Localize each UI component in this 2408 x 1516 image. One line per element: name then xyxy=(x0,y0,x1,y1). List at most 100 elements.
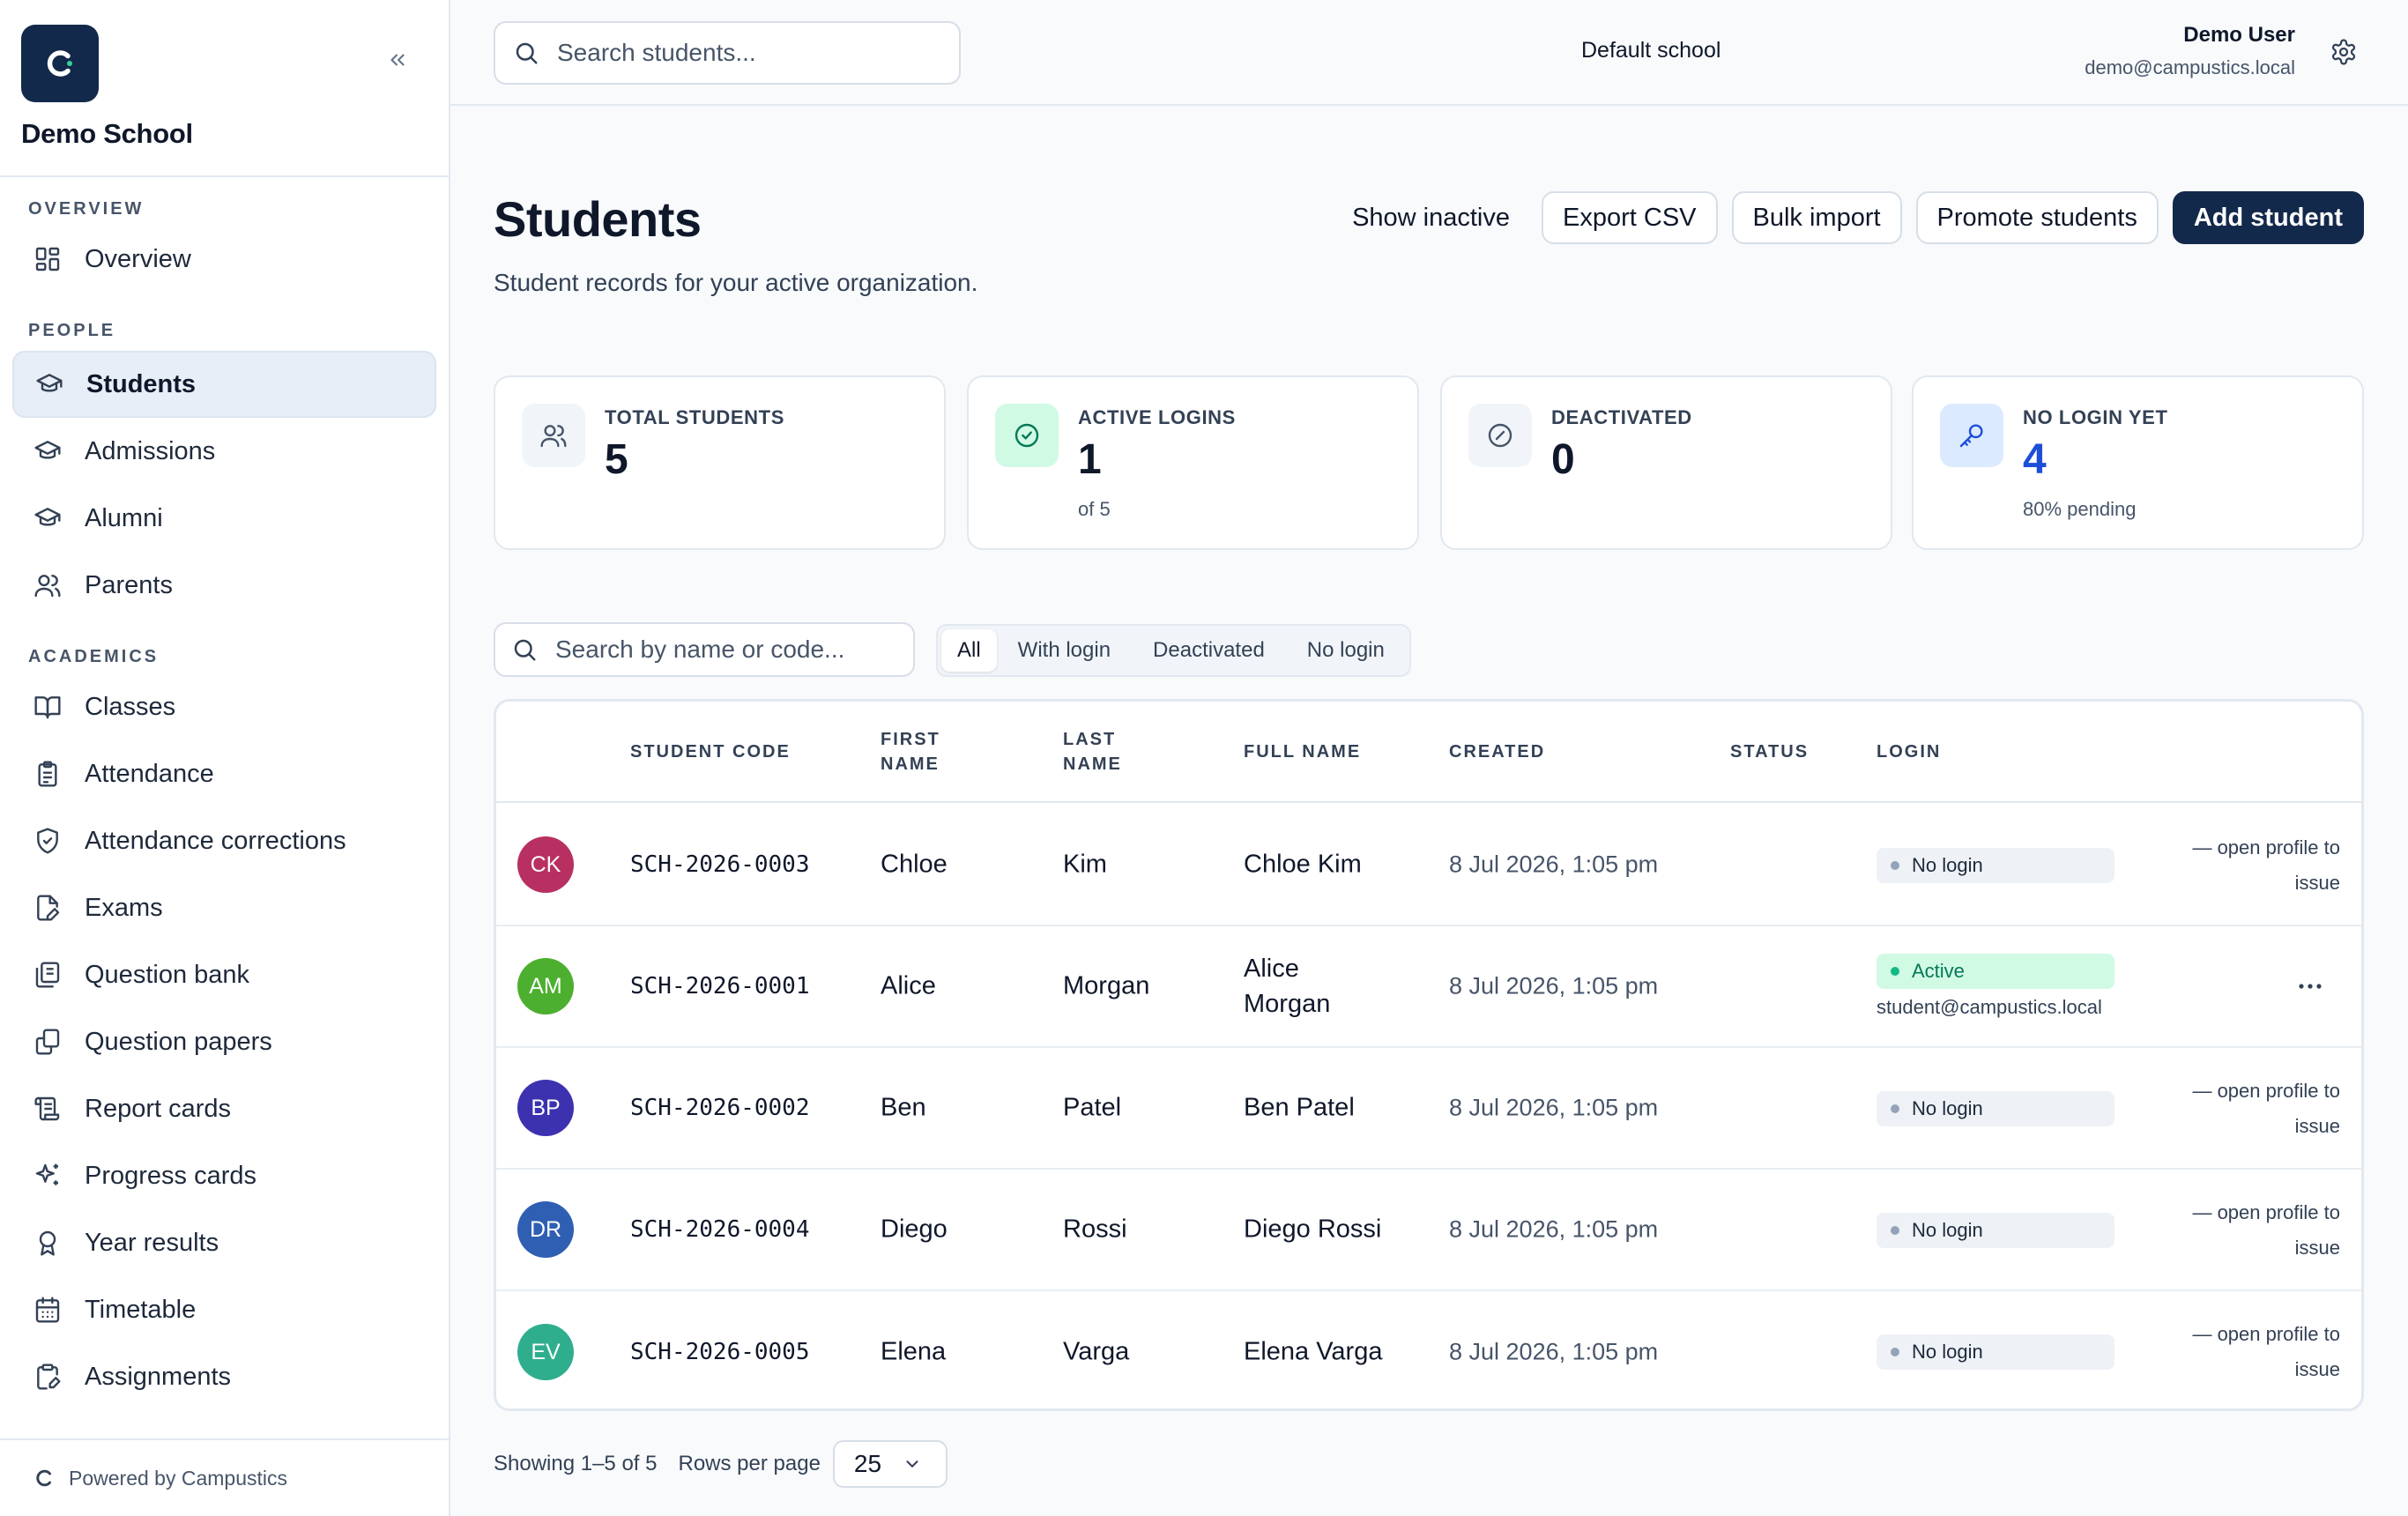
active-school-label[interactable]: Default school xyxy=(1581,38,1721,63)
sidebar-item-progress-cards[interactable]: Progress cards xyxy=(12,1142,436,1209)
sidebar-item-question-papers[interactable]: Question papers xyxy=(12,1008,436,1075)
login-hint-line2: issue xyxy=(2294,872,2340,894)
sidebar-item-label: Assignments xyxy=(85,1362,232,1391)
student-search-input[interactable] xyxy=(557,39,927,67)
full-name: Chloe Kim xyxy=(1244,850,1362,879)
stat-label: NO LOGIN YET xyxy=(2023,406,2168,428)
stat-value: 0 xyxy=(1551,436,1575,483)
col-created[interactable]: CREATED xyxy=(1449,739,1545,764)
login-email: student@campustics.local xyxy=(1877,996,2102,1018)
search-icon xyxy=(516,42,538,64)
status-dot xyxy=(1891,967,1899,976)
avatar: EV xyxy=(517,1324,574,1380)
brand-logo[interactable] xyxy=(21,25,99,102)
sidebar-item-label: Question bank xyxy=(85,960,250,989)
last-name: Morgan xyxy=(1063,971,1150,1000)
tab-with-login[interactable]: With login xyxy=(997,629,1132,672)
col-status[interactable]: STATUS xyxy=(1730,739,1809,764)
school-name: Demo School xyxy=(21,118,193,149)
name-code-search-input[interactable] xyxy=(555,635,890,664)
col-login[interactable]: LOGIN xyxy=(1877,739,1941,764)
rows-per-page-label: Rows per page xyxy=(678,1452,821,1475)
created-date: 8 Jul 2026, 1:05 pm xyxy=(1449,972,1659,1000)
login-badge: No login xyxy=(1877,848,2114,883)
more-horizontal-icon xyxy=(2299,984,2322,989)
sparkles-icon xyxy=(32,1160,63,1192)
sidebar-item-label: Report cards xyxy=(85,1094,232,1123)
sidebar-item-label: Classes xyxy=(85,692,176,721)
user-menu[interactable]: Demo User demo@campustics.local xyxy=(2085,23,2295,79)
table-search[interactable] xyxy=(494,622,915,677)
users-icon xyxy=(32,569,63,601)
col-student-code[interactable]: STUDENT CODE xyxy=(630,739,791,764)
stat-label: DEACTIVATED xyxy=(1551,406,1692,428)
created-date: 8 Jul 2026, 1:05 pm xyxy=(1449,1215,1659,1243)
show-inactive-button[interactable]: Show inactive xyxy=(1334,191,1527,244)
students-table: STUDENT CODE FIRST NAME LAST NAME FULL N… xyxy=(494,699,2364,1411)
sidebar-item-timetable[interactable]: Timetable xyxy=(12,1276,436,1343)
tab-all[interactable]: All xyxy=(941,629,997,672)
avatar: BP xyxy=(517,1080,574,1136)
row-actions-button[interactable] xyxy=(2291,967,2330,1006)
add-student-button[interactable]: Add student xyxy=(2172,191,2364,244)
table-row[interactable]: EV SCH-2026-0005 Elena Varga Elena Varga… xyxy=(496,1291,2361,1408)
login-hint: — open profile to issue xyxy=(2164,830,2340,901)
sidebar-item-label: Progress cards xyxy=(85,1161,257,1190)
login-hint-line2: issue xyxy=(2294,1358,2340,1380)
table-row[interactable]: BP SCH-2026-0002 Ben Patel Ben Patel 8 J… xyxy=(496,1048,2361,1170)
table-row[interactable]: CK SCH-2026-0003 Chloe Kim Chloe Kim 8 J… xyxy=(496,805,2361,926)
created-date: 8 Jul 2026, 1:05 pm xyxy=(1449,1094,1659,1121)
stat-card-active-logins: ACTIVE LOGINS 1 of 5 xyxy=(967,375,1419,550)
bulk-import-button[interactable]: Bulk import xyxy=(1731,191,1902,244)
settings-button[interactable] xyxy=(2323,32,2364,72)
sidebar-item-report-cards[interactable]: Report cards xyxy=(12,1075,436,1142)
table-row[interactable]: AM SCH-2026-0001 Alice Morgan Alice Morg… xyxy=(496,926,2361,1048)
tab-deactivated[interactable]: Deactivated xyxy=(1132,629,1286,672)
full-name-line2: Morgan xyxy=(1244,990,1331,1018)
stat-value: 5 xyxy=(605,436,628,483)
full-name: Diego Rossi xyxy=(1244,1215,1382,1244)
sidebar-item-parents[interactable]: Parents xyxy=(12,552,436,619)
sidebar-item-alumni[interactable]: Alumni xyxy=(12,485,436,552)
login-hint-line2: issue xyxy=(2294,1237,2340,1259)
graduation-cap-icon xyxy=(32,435,63,467)
col-first-name[interactable]: FIRST NAME xyxy=(881,727,940,777)
col-full-name[interactable]: FULL NAME xyxy=(1244,739,1361,764)
sidebar-item-exams[interactable]: Exams xyxy=(12,874,436,941)
sidebar-item-overview[interactable]: Overview xyxy=(12,226,436,293)
tab-no-login[interactable]: No login xyxy=(1286,629,1406,672)
sidebar-item-label: Exams xyxy=(85,893,163,922)
login-badge-label: No login xyxy=(1912,1097,1983,1119)
global-search[interactable] xyxy=(494,21,961,85)
col-first-name-line2: NAME xyxy=(881,754,940,774)
rows-per-page-select[interactable]: 25 xyxy=(832,1440,948,1488)
col-first-name-line1: FIRST xyxy=(881,729,940,749)
sidebar-item-question-bank[interactable]: Question bank xyxy=(12,941,436,1008)
export-csv-button[interactable]: Export CSV xyxy=(1542,191,1718,244)
sidebar-item-year-results[interactable]: Year results xyxy=(12,1209,436,1276)
sidebar-item-label: Students xyxy=(86,369,197,398)
campustics-logo-icon xyxy=(36,1469,51,1487)
scroll-icon xyxy=(32,1093,63,1125)
book-open-icon xyxy=(32,691,63,723)
sidebar-item-attendance-corrections[interactable]: Attendance corrections xyxy=(12,807,436,874)
award-icon xyxy=(32,1227,63,1259)
search-icon xyxy=(514,639,536,661)
created-date: 8 Jul 2026, 1:05 pm xyxy=(1449,1338,1659,1365)
stat-value: 1 xyxy=(1078,436,1102,483)
table-row[interactable]: DR SCH-2026-0004 Diego Rossi Diego Rossi… xyxy=(496,1170,2361,1291)
promote-students-button[interactable]: Promote students xyxy=(1915,191,2159,244)
sidebar-item-students[interactable]: Students xyxy=(12,351,436,418)
sidebar-item-label: Attendance xyxy=(85,759,214,788)
sidebar-item-label: Timetable xyxy=(85,1295,197,1324)
sidebar-item-admissions[interactable]: Admissions xyxy=(12,418,436,485)
sidebar-item-classes[interactable]: Classes xyxy=(12,673,436,740)
collapse-sidebar-button[interactable] xyxy=(378,41,417,79)
sidebar-item-assignments[interactable]: Assignments xyxy=(12,1343,436,1410)
col-last-name[interactable]: LAST NAME xyxy=(1063,727,1122,777)
sidebar-item-attendance[interactable]: Attendance xyxy=(12,740,436,807)
full-name: Alice Morgan xyxy=(1244,951,1330,1022)
status-dot xyxy=(1891,861,1899,870)
sidebar-nav: OVERVIEW Overview PEOPLE Students Admiss… xyxy=(0,176,449,1438)
login-filter-tabs: All With login Deactivated No login xyxy=(936,624,1411,677)
